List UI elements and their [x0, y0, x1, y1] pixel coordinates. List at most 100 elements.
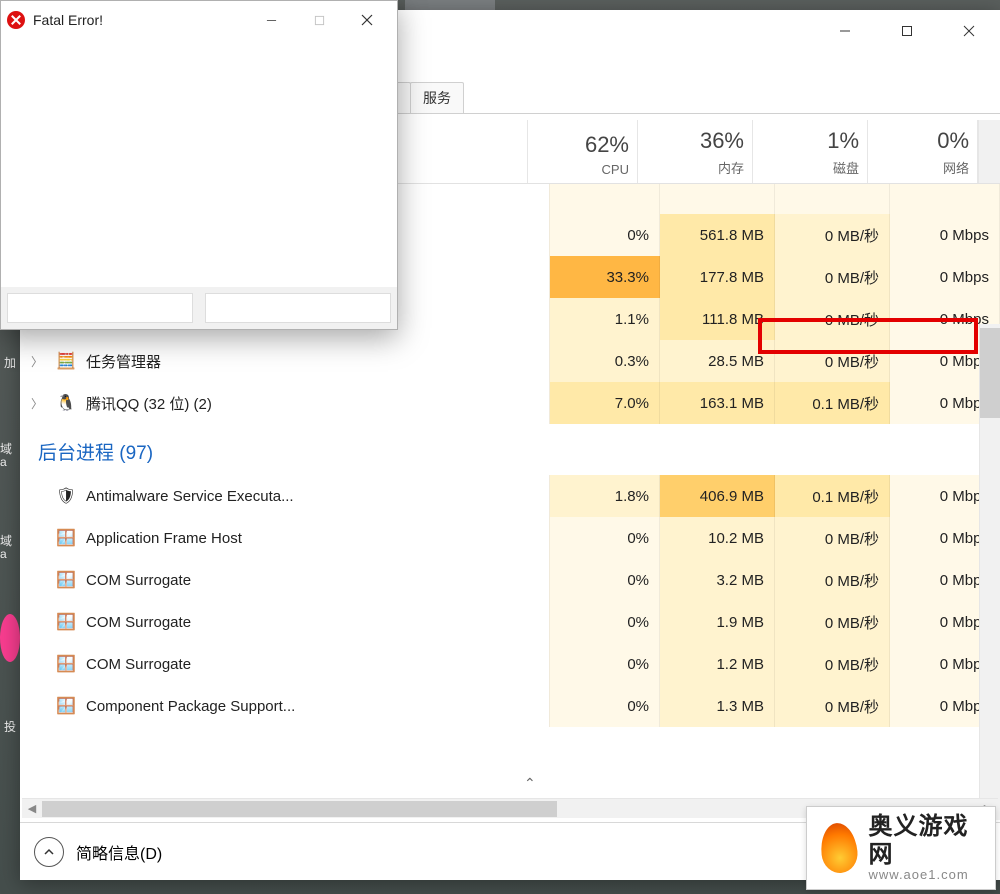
cell-disk: 0 MB/秒: [775, 685, 890, 727]
scrollbar-gutter: [978, 120, 1000, 183]
process-name: COM Surrogate: [86, 656, 191, 673]
cell-mem: 3.2 MB: [660, 559, 775, 601]
scroll-left-arrow[interactable]: ◀: [22, 802, 42, 815]
flame-icon: [815, 819, 861, 877]
process-row[interactable]: 〉🐧腾讯QQ (32 位) (2)7.0%163.1 MB0.1 MB/秒0 M…: [20, 382, 1000, 424]
process-row[interactable]: 〉🪟COM Surrogate0%3.2 MB0 MB/秒0 Mbps: [20, 559, 1000, 601]
app-icon: 🪟: [56, 570, 76, 590]
cell-mem: 177.8 MB: [660, 256, 775, 298]
process-name: 任务管理器: [86, 351, 161, 372]
cell-disk: 0 MB/秒: [775, 298, 890, 340]
cell-mem: 10.2 MB: [660, 517, 775, 559]
expand-icon[interactable]: 〉: [28, 394, 46, 412]
cell-mem: 1.2 MB: [660, 643, 775, 685]
app-icon: 🪟: [56, 528, 76, 548]
cell-disk: 0 MB/秒: [775, 340, 890, 382]
app-icon: 🪟: [56, 654, 76, 674]
cell-cpu: 33.3%: [550, 256, 660, 298]
desktop-shortcut[interactable]: 域 a: [0, 430, 20, 482]
process-name: 腾讯QQ (32 位) (2): [86, 393, 212, 414]
col-header-memory[interactable]: 36% 内存: [638, 120, 753, 183]
minimize-button[interactable]: [247, 5, 295, 35]
process-name: Application Frame Host: [86, 530, 242, 547]
process-name: Component Package Support...: [86, 698, 295, 715]
disk-label: 磁盘: [761, 158, 859, 183]
cell-mem: 406.9 MB: [660, 475, 775, 517]
scroll-thumb[interactable]: [42, 801, 557, 817]
cell-mem: 28.5 MB: [660, 340, 775, 382]
scroll-thumb[interactable]: [980, 328, 1000, 418]
memory-label: 内存: [646, 158, 744, 183]
cell-cpu: 7.0%: [550, 382, 660, 424]
close-button[interactable]: [343, 5, 391, 35]
app-icon: 🧮: [56, 351, 76, 371]
error-footer: [1, 287, 397, 329]
app-icon: 🪟: [56, 696, 76, 716]
watermark-url: www.aoe1.com: [869, 868, 988, 883]
col-header-disk[interactable]: 1% 磁盘: [753, 120, 868, 183]
error-title: Fatal Error!: [33, 12, 239, 28]
desktop-shortcut[interactable]: 加: [0, 338, 20, 390]
process-row[interactable]: 〉🪟COM Surrogate0%1.9 MB0 MB/秒0 Mbps: [20, 601, 1000, 643]
disk-percent: 1%: [761, 128, 859, 154]
minimize-button[interactable]: [814, 10, 876, 52]
cell-cpu: 0%: [550, 601, 660, 643]
error-body: [1, 39, 397, 287]
cell-mem: 561.8 MB: [660, 214, 775, 256]
cell-disk: 0.1 MB/秒: [775, 475, 890, 517]
cell-cpu: 0%: [550, 559, 660, 601]
cell-disk: 0 MB/秒: [775, 559, 890, 601]
cell-disk: 0.1 MB/秒: [775, 382, 890, 424]
process-row[interactable]: 〉🪟Application Frame Host0%10.2 MB0 MB/秒0…: [20, 517, 1000, 559]
error-titlebar[interactable]: Fatal Error!: [1, 1, 397, 39]
cell-disk: 0 MB/秒: [775, 256, 890, 298]
cell-cpu: 0%: [550, 517, 660, 559]
error-button-1[interactable]: [7, 293, 193, 323]
cell-cpu: 1.8%: [550, 475, 660, 517]
process-name: COM Surrogate: [86, 614, 191, 631]
close-button[interactable]: [938, 10, 1000, 52]
desktop-shortcut[interactable]: 投: [0, 702, 20, 754]
watermark-title: 奥义游戏网: [869, 813, 988, 868]
taskbar-fragment: [405, 0, 495, 10]
app-icon: 🐧: [56, 393, 76, 413]
process-name: Antimalware Service Executa...: [86, 488, 294, 505]
less-info-label[interactable]: 简略信息(D): [76, 840, 162, 864]
cell-cpu: 0%: [550, 685, 660, 727]
cpu-percent: 62%: [536, 132, 629, 158]
group-background-processes[interactable]: 后台进程 (97): [20, 424, 1000, 475]
expand-icon[interactable]: 〉: [28, 352, 46, 370]
cell-cpu: 1.1%: [550, 298, 660, 340]
error-icon: [7, 11, 25, 29]
col-header-network[interactable]: 0% 网络: [868, 120, 978, 183]
tab-services[interactable]: 服务: [410, 82, 464, 113]
app-icon: 🪟: [56, 612, 76, 632]
process-row[interactable]: 〉🪟COM Surrogate0%1.2 MB0 MB/秒0 Mbps: [20, 643, 1000, 685]
process-row[interactable]: 〉🧮任务管理器0.3%28.5 MB0 MB/秒0 Mbps: [20, 340, 1000, 382]
network-label: 网络: [876, 158, 969, 183]
desktop-left-icons: 加 域 a 域 a 投: [0, 330, 20, 890]
expand-details-button[interactable]: [34, 837, 64, 867]
cell-mem: 111.8 MB: [660, 298, 775, 340]
maximize-button[interactable]: [876, 10, 938, 52]
process-row[interactable]: 〉🛡Antimalware Service Executa...1.8%406.…: [20, 475, 1000, 517]
desktop-shortcut[interactable]: [0, 614, 20, 662]
memory-percent: 36%: [646, 128, 744, 154]
cell-cpu: 0%: [550, 214, 660, 256]
column-collapse-icon[interactable]: ⌃: [524, 775, 536, 792]
cell-cpu: 0%: [550, 643, 660, 685]
cell-net: 0 Mbps: [890, 256, 1000, 298]
process-name: COM Surrogate: [86, 572, 191, 589]
error-dialog: Fatal Error!: [0, 0, 398, 330]
vertical-scrollbar[interactable]: [979, 324, 1000, 820]
desktop-shortcut[interactable]: 域 a: [0, 522, 20, 574]
error-button-2[interactable]: [205, 293, 391, 323]
col-header-cpu[interactable]: 62% CPU: [528, 120, 638, 183]
cell-mem: 1.9 MB: [660, 601, 775, 643]
network-percent: 0%: [876, 128, 969, 154]
maximize-button: [295, 5, 343, 35]
process-row[interactable]: 〉🪟Component Package Support...0%1.3 MB0 …: [20, 685, 1000, 727]
cell-disk: 0 MB/秒: [775, 601, 890, 643]
cell-disk: 0 MB/秒: [775, 643, 890, 685]
cell-mem: 163.1 MB: [660, 382, 775, 424]
